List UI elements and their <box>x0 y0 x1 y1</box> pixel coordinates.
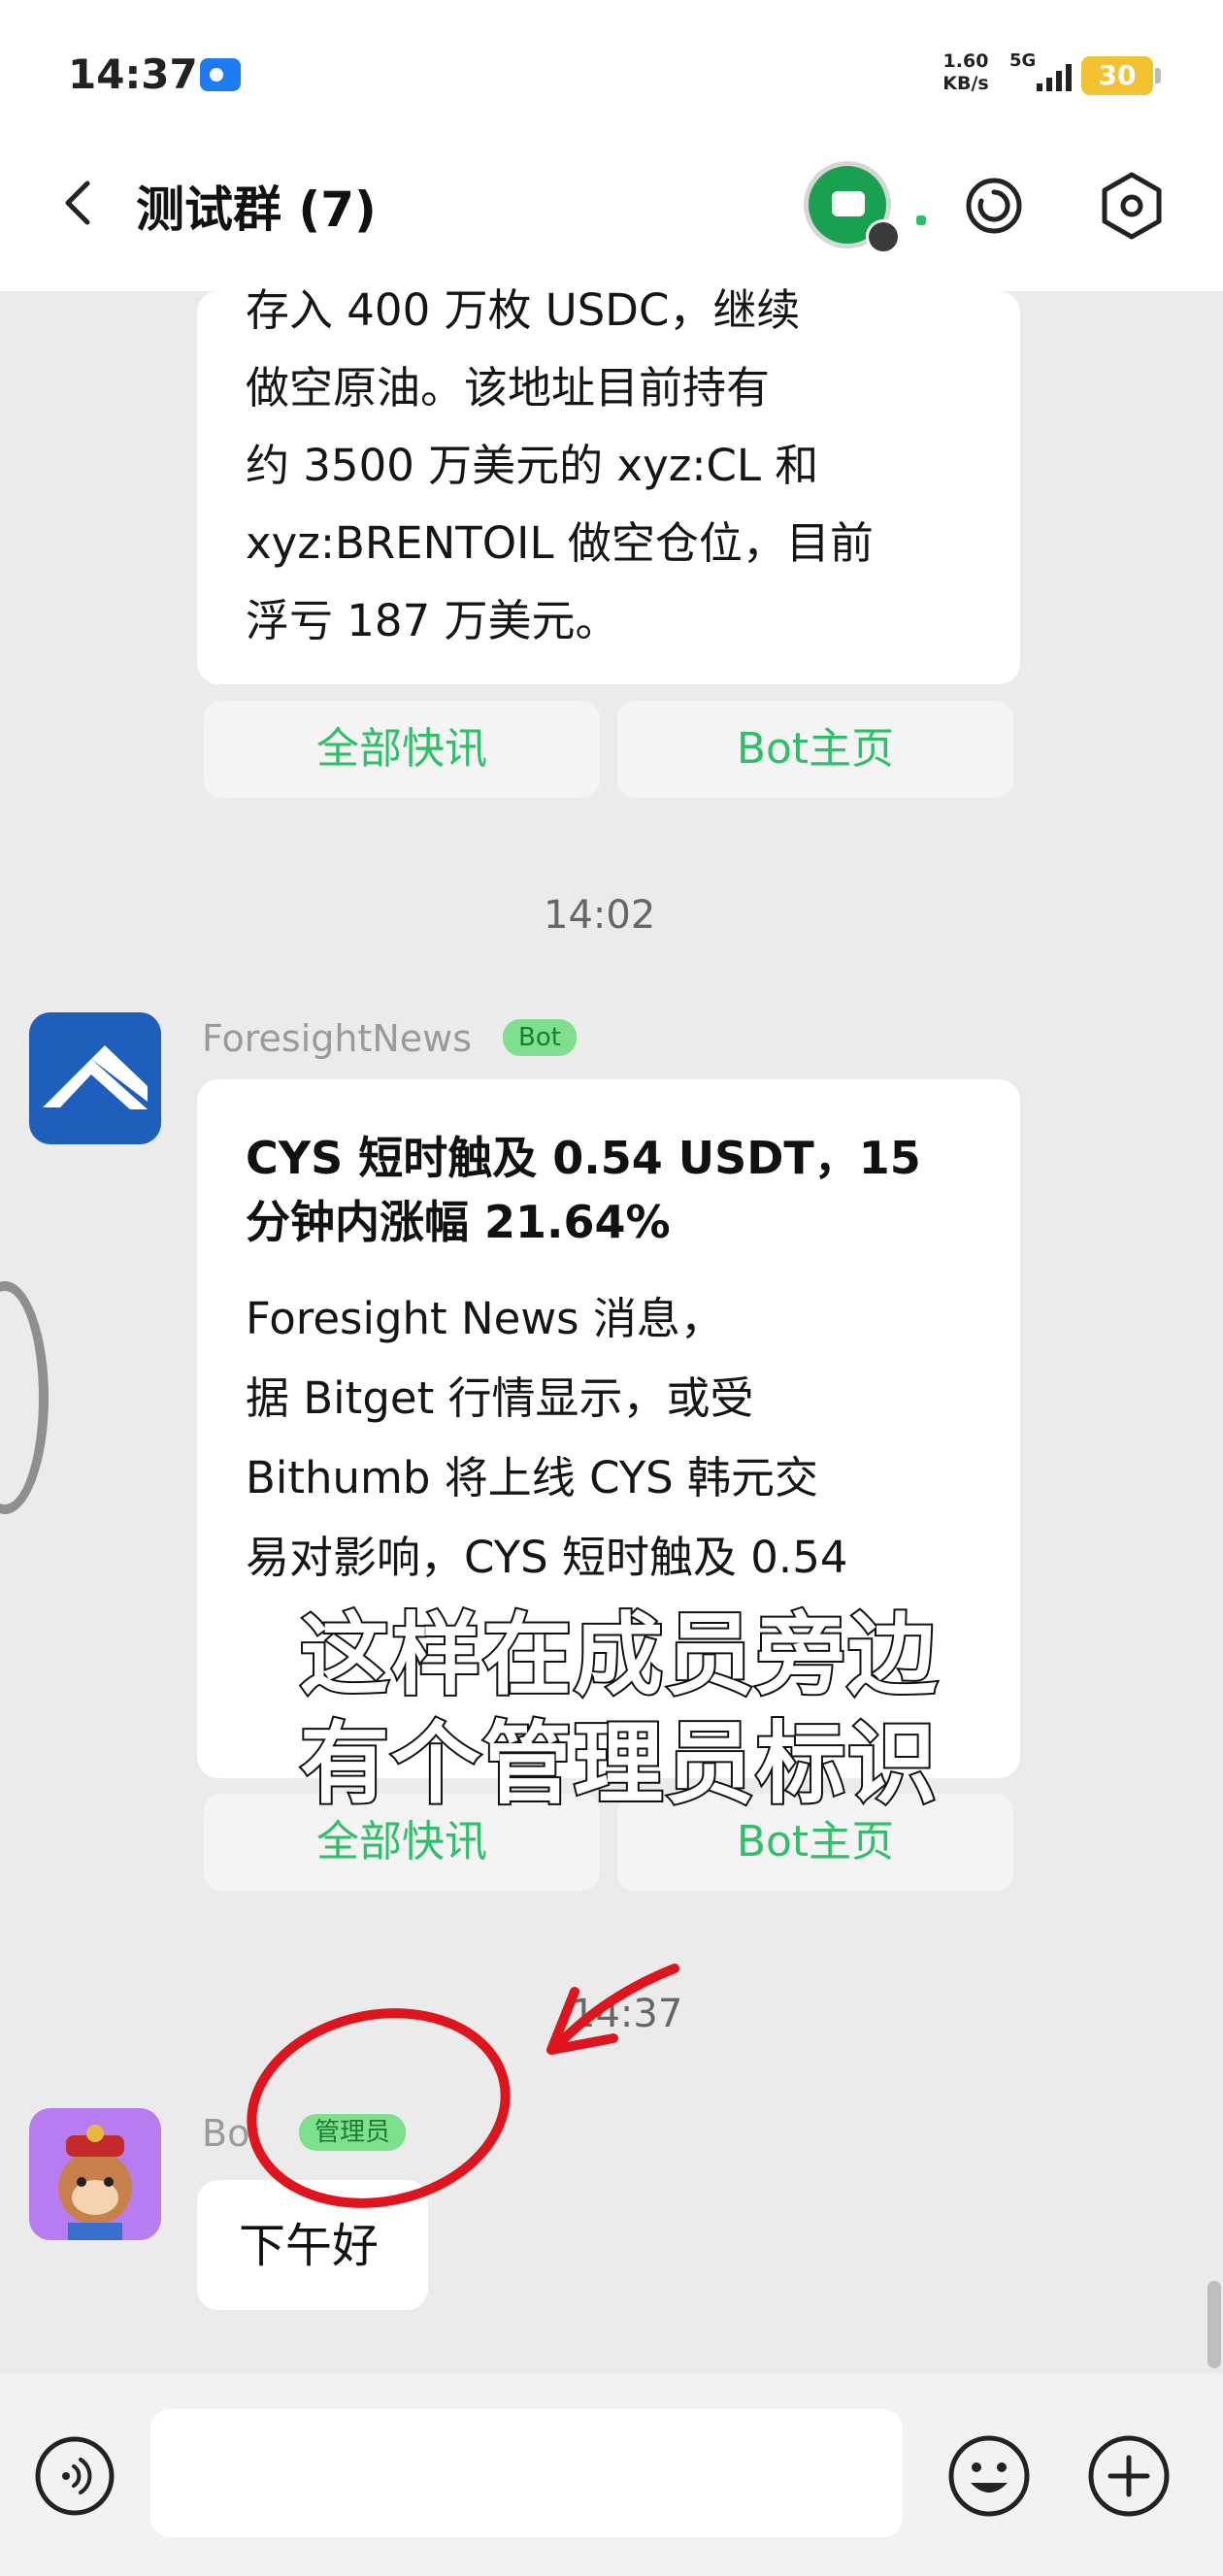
message-timestamp: 14:37 <box>571 1992 683 2036</box>
refresh-icon[interactable] <box>963 175 1025 237</box>
message-line: 存入 400 万枚 USDC，继续 <box>246 284 801 336</box>
screen-record-icon <box>200 58 241 91</box>
net-speed-unit: KB/s <box>942 73 989 94</box>
title-line: CYS 短时触及 0.54 USDT，15 <box>246 1132 921 1184</box>
message-title: CYS 短时触及 0.54 USDT，15 分钟内涨幅 21.64% <box>246 1126 983 1254</box>
hexagon-gear-icon[interactable] <box>1097 171 1167 241</box>
message-input[interactable] <box>150 2409 903 2537</box>
message-line: 做空原油。该地址目前持有 <box>246 362 771 413</box>
foresight-logo-icon <box>43 1045 148 1109</box>
all-news-button[interactable]: 全部快讯 <box>204 701 600 798</box>
admin-badge: 管理员 <box>299 2114 407 2151</box>
battery-indicator: 30 <box>1081 56 1161 95</box>
message-line: 浮亏 187 万美元。 <box>246 595 619 646</box>
net-speed: 1.60 KB/s <box>940 50 992 95</box>
chat-title: 测试群 (7) <box>136 182 377 238</box>
avatar[interactable] <box>29 1012 161 1144</box>
title-line: 分钟内涨幅 21.64% <box>246 1196 671 1248</box>
message-line: 易对影响，CYS 短时触及 0.54 <box>246 1532 848 1583</box>
message-line: xyz:BRENTOIL 做空仓位，目前 <box>246 517 874 569</box>
message-text: 下午好 <box>239 2219 380 2273</box>
signal-icon <box>1037 64 1072 91</box>
net-speed-value: 1.60 <box>942 50 989 72</box>
message-text: Foresight News 消息， 据 Bitget 行情显示，或受 Bith… <box>246 1279 983 1598</box>
chevron-left-icon[interactable] <box>56 180 103 226</box>
bot-home-button[interactable]: Bot主页 <box>617 701 1013 798</box>
wallet-badge-icon <box>866 219 901 254</box>
caption-line: 这样在成员旁边 <box>298 1602 939 1709</box>
caption-line: 有个管理员标识 <box>298 1710 939 1818</box>
dot-icon <box>916 215 926 225</box>
message-text: 存入 400 万枚 USDC，继续 做空原油。该地址目前持有 约 3500 万美… <box>246 272 1003 660</box>
status-time: 14:37 <box>68 50 198 98</box>
voice-icon[interactable] <box>33 2434 116 2518</box>
plus-icon[interactable] <box>1085 2432 1173 2520</box>
bot-badge: Bot <box>503 1019 577 1056</box>
sender-name: ForesightNews <box>202 1017 473 1060</box>
message-line: Foresight News 消息， <box>246 1293 724 1344</box>
network-type: 5G <box>1009 50 1037 71</box>
emoji-icon[interactable] <box>945 2432 1033 2520</box>
message-line: Bithumb 将上线 CYS 韩元交 <box>246 1452 819 1503</box>
message-line: 据 Bitget 行情显示，或受 <box>246 1372 754 1424</box>
floating-handle-icon <box>0 1281 49 1514</box>
cartoon-avatar-icon <box>58 2125 132 2240</box>
message-timestamp: 14:02 <box>544 893 656 938</box>
avatar[interactable] <box>29 2108 161 2240</box>
sender-name: Bo <box>202 2112 250 2155</box>
message-line: 约 3500 万美元的 xyz:CL 和 <box>246 440 819 491</box>
video-caption: 这样在成员旁边 有个管理员标识 <box>241 1602 998 1819</box>
scrollbar[interactable] <box>1207 2281 1221 2368</box>
